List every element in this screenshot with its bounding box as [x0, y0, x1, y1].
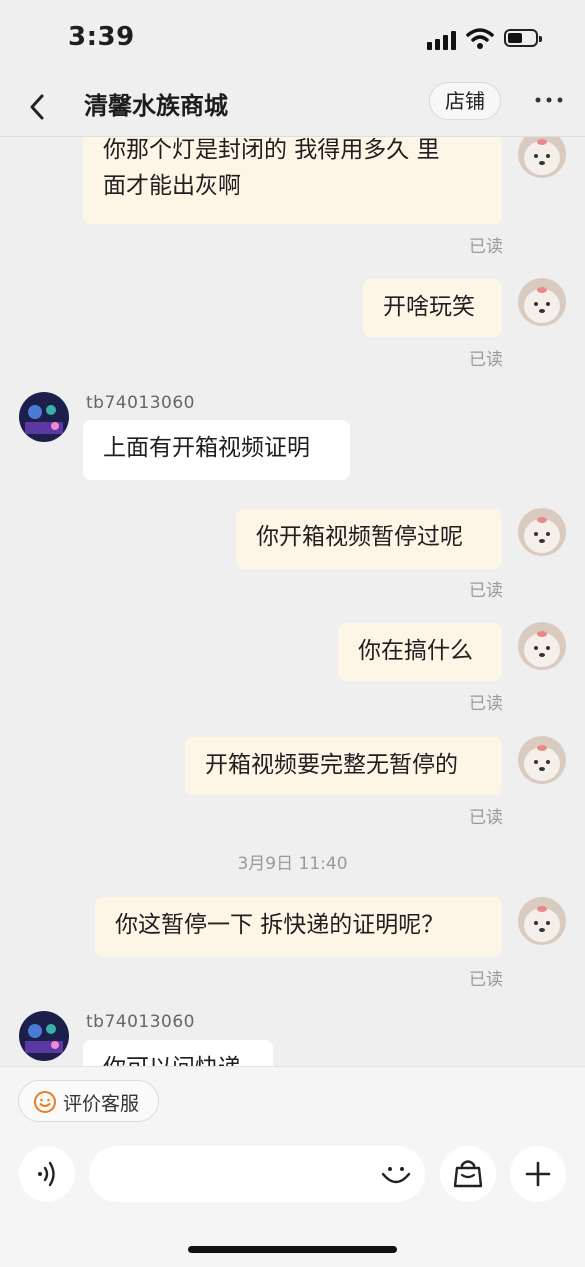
message-bubble[interactable]: 你这暂停一下 拆快递的证明呢？: [95, 897, 502, 957]
my-avatar[interactable]: [518, 622, 566, 670]
seller-username: tb74013060: [86, 1012, 195, 1032]
seller-avatar[interactable]: [19, 1011, 69, 1061]
signal-icon: [427, 30, 459, 50]
message-bubble[interactable]: 你开箱视频暂停过呢: [236, 509, 502, 569]
more-icon[interactable]: [533, 88, 565, 112]
my-avatar[interactable]: [518, 736, 566, 784]
message-text: 上面有开箱视频证明: [103, 435, 310, 461]
smile-icon: [34, 1091, 56, 1113]
rate-service-label: 评价客服: [63, 1093, 140, 1115]
battery-icon: [504, 29, 542, 47]
message-text: 开啥玩笑: [383, 294, 475, 320]
message-text-line: 面才能出灰啊: [103, 173, 241, 199]
read-receipt: 已读: [469, 808, 503, 828]
seller-avatar[interactable]: [19, 392, 69, 442]
my-avatar[interactable]: [518, 897, 566, 945]
back-icon[interactable]: [20, 86, 54, 126]
message-bubble[interactable]: 你在搞什么: [338, 623, 502, 681]
message-bubble[interactable]: 你那个灯是封闭的 我得用多久 里 面才能出灰啊: [83, 136, 502, 224]
read-receipt: 已读: [469, 694, 503, 714]
my-avatar[interactable]: [518, 508, 566, 556]
chat-header: 清馨水族商城 店铺: [0, 78, 585, 137]
chat-messages[interactable]: 你那个灯是封闭的 我得用多久 里 面才能出灰啊 已读 开啥玩笑 已读 tb740…: [0, 136, 585, 1066]
message-text: 你在搞什么: [358, 638, 473, 664]
read-receipt: 已读: [469, 970, 503, 990]
read-receipt: 已读: [469, 237, 503, 257]
my-avatar[interactable]: [518, 278, 566, 326]
message-bubble[interactable]: 你可以问快递: [83, 1040, 273, 1066]
plus-icon: [525, 1161, 551, 1187]
store-button[interactable]: 店铺: [429, 82, 501, 120]
status-time: 3:39: [68, 22, 135, 52]
rate-service-button[interactable]: 评价客服: [18, 1080, 159, 1122]
shopping-bag-icon: [453, 1160, 483, 1188]
message-text: 你这暂停一下 拆快递的证明呢？: [115, 912, 445, 938]
message-bubble[interactable]: 开箱视频要完整无暂停的: [185, 737, 502, 795]
message-text-line: 你那个灯是封闭的 我得用多久 里: [103, 137, 440, 163]
emoji-icon[interactable]: [379, 1157, 413, 1191]
shop-bag-button[interactable]: [440, 1146, 496, 1202]
timestamp: 3月9日 11:40: [237, 854, 348, 874]
message-text: 开箱视频要完整无暂停的: [205, 752, 458, 778]
wifi-icon: [466, 28, 494, 49]
voice-button[interactable]: [19, 1146, 75, 1202]
plus-button[interactable]: [510, 1146, 566, 1202]
read-receipt: 已读: [469, 350, 503, 370]
message-bubble[interactable]: 上面有开箱视频证明: [83, 420, 350, 480]
my-avatar[interactable]: [518, 136, 566, 178]
voice-icon: [38, 1161, 55, 1187]
message-text: 你可以问快递: [103, 1050, 253, 1066]
message-bubble[interactable]: 开啥玩笑: [363, 279, 502, 337]
message-input[interactable]: [89, 1146, 425, 1202]
shop-title: 清馨水族商城: [84, 92, 228, 120]
seller-username: tb74013060: [86, 393, 195, 413]
input-bar: 评价客服: [0, 1066, 585, 1267]
home-indicator: [188, 1246, 397, 1253]
status-bar: 3:39: [0, 0, 585, 78]
message-text: 你开箱视频暂停过呢: [256, 524, 463, 550]
read-receipt: 已读: [469, 581, 503, 601]
